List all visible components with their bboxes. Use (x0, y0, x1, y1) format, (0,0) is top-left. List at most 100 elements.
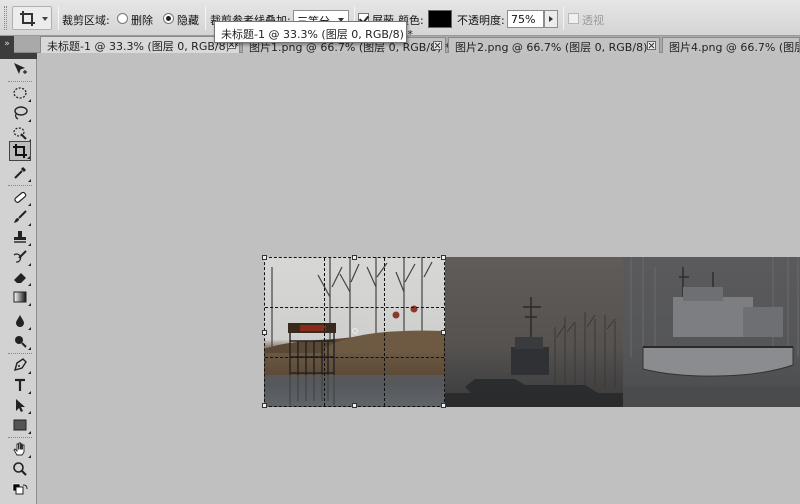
marquee-tool[interactable] (9, 83, 31, 103)
panel-collapse-icon[interactable]: » (0, 36, 14, 53)
tab-label: 图片4.png @ 66.7% (图层 0, RGB/8) (669, 41, 799, 53)
submenu-indicator (27, 156, 30, 159)
crop-handle-bottom-right[interactable] (441, 403, 446, 408)
crop-handle-top[interactable] (352, 255, 357, 260)
perspective-checkbox[interactable] (568, 13, 579, 24)
submenu-indicator (28, 411, 31, 414)
toolbox-separator (8, 353, 32, 354)
image-panel-boat-dark (445, 257, 623, 407)
tab-image-4[interactable]: 图片4.png @ 66.7% (图层 0, RGB/8) (662, 37, 800, 53)
zoom-icon (12, 461, 28, 477)
delete-radio[interactable] (117, 13, 128, 24)
default-colors-icon (12, 483, 28, 499)
arrow-pointer-icon (12, 397, 28, 413)
healing-brush-tool[interactable] (9, 187, 31, 207)
pen-icon (12, 357, 28, 373)
crop-tool[interactable] (9, 141, 31, 161)
eyedropper-icon (12, 165, 28, 181)
perspective-label: 透视 (582, 14, 604, 27)
crop-icon (19, 10, 37, 31)
close-icon[interactable] (647, 41, 656, 50)
type-icon (12, 377, 28, 393)
hand-tool[interactable] (9, 439, 31, 459)
color-swatches[interactable] (9, 481, 31, 501)
brush-tool[interactable] (9, 207, 31, 227)
submenu-indicator (28, 347, 31, 350)
dodge-tool[interactable] (9, 331, 31, 351)
opacity-input[interactable]: 75% (507, 10, 544, 28)
toolbox (0, 53, 37, 504)
thirds-guide-horizontal (265, 357, 444, 358)
tab-image-2[interactable]: 图片2.png @ 66.7% (图层 0, RGB/8) (448, 37, 660, 54)
thirds-guide-vertical (384, 258, 385, 406)
submenu-indicator (28, 243, 31, 246)
submenu-indicator (28, 179, 31, 182)
type-tool[interactable] (9, 375, 31, 395)
submenu-indicator (28, 263, 31, 266)
crop-handle-right[interactable] (441, 330, 446, 335)
opacity-slider-button[interactable] (544, 10, 558, 28)
thirds-guide-horizontal (265, 307, 444, 308)
blur-tool[interactable] (9, 311, 31, 331)
image-panel-boat-grey (623, 257, 800, 407)
brush-icon (12, 209, 28, 225)
tab-label: 未标题-1 @ 33.3% (图层 0, RGB/8) * (47, 40, 239, 53)
submenu-indicator (28, 391, 31, 394)
history-brush-icon (12, 249, 28, 265)
move-tool[interactable] (9, 59, 31, 79)
document-tooltip: 未标题-1 @ 33.3% (图层 0, RGB/8) * (214, 21, 413, 43)
toolbox-separator (8, 81, 32, 82)
rectangle-icon (12, 417, 28, 433)
path-selection-tool[interactable] (9, 395, 31, 415)
submenu-indicator (28, 223, 31, 226)
gradient-icon (12, 289, 28, 305)
toolbox-separator (8, 437, 32, 438)
water-drop-icon (12, 313, 28, 329)
crop-handle-top-right[interactable] (441, 255, 446, 260)
submenu-indicator (28, 371, 31, 374)
crop-handle-bottom-left[interactable] (262, 403, 267, 408)
crop-handle-bottom[interactable] (352, 403, 357, 408)
dodge-icon (12, 333, 28, 349)
crop-tool-icon (12, 143, 28, 159)
options-bar-grip[interactable] (4, 6, 7, 30)
lasso-tool[interactable] (9, 103, 31, 123)
tab-label: 图片2.png @ 66.7% (图层 0, RGB/8) (455, 41, 648, 54)
hide-label: 隐藏 (177, 14, 199, 27)
document-canvas[interactable] (38, 54, 800, 504)
thirds-guide-vertical (324, 258, 325, 406)
elliptical-marquee-icon (12, 85, 28, 101)
tool-preset-picker[interactable] (12, 6, 52, 30)
bandage-icon (12, 189, 28, 205)
crop-bounding-box[interactable] (262, 255, 446, 408)
submenu-indicator (28, 119, 31, 122)
history-brush-tool[interactable] (9, 247, 31, 267)
crop-area-label: 裁剪区域: (62, 14, 110, 27)
zoom-tool[interactable] (9, 459, 31, 479)
delete-label: 删除 (131, 14, 153, 27)
shield-color-swatch[interactable] (428, 10, 452, 28)
pen-tool[interactable] (9, 355, 31, 375)
shape-tool[interactable] (9, 415, 31, 435)
hide-radio[interactable] (163, 13, 174, 24)
eraser-tool[interactable] (9, 267, 31, 287)
crop-handle-left[interactable] (262, 330, 267, 335)
hand-icon (12, 441, 28, 457)
eyedropper-tool[interactable] (9, 163, 31, 183)
chevron-down-icon (42, 17, 48, 21)
clone-stamp-tool[interactable] (9, 227, 31, 247)
quick-selection-tool[interactable] (9, 123, 31, 143)
tab-document-1[interactable]: 未标题-1 @ 33.3% (图层 0, RGB/8) * (40, 36, 240, 53)
toolbox-separator (8, 185, 32, 186)
submenu-indicator (28, 455, 31, 458)
stamp-icon (12, 229, 28, 245)
eraser-icon (12, 269, 28, 285)
crop-handle-top-left[interactable] (262, 255, 267, 260)
gradient-tool[interactable] (9, 287, 31, 307)
submenu-indicator (28, 203, 31, 206)
submenu-indicator (28, 327, 31, 330)
options-separator (58, 6, 59, 30)
submenu-indicator (28, 283, 31, 286)
close-icon[interactable] (433, 41, 442, 50)
options-separator (205, 6, 206, 30)
